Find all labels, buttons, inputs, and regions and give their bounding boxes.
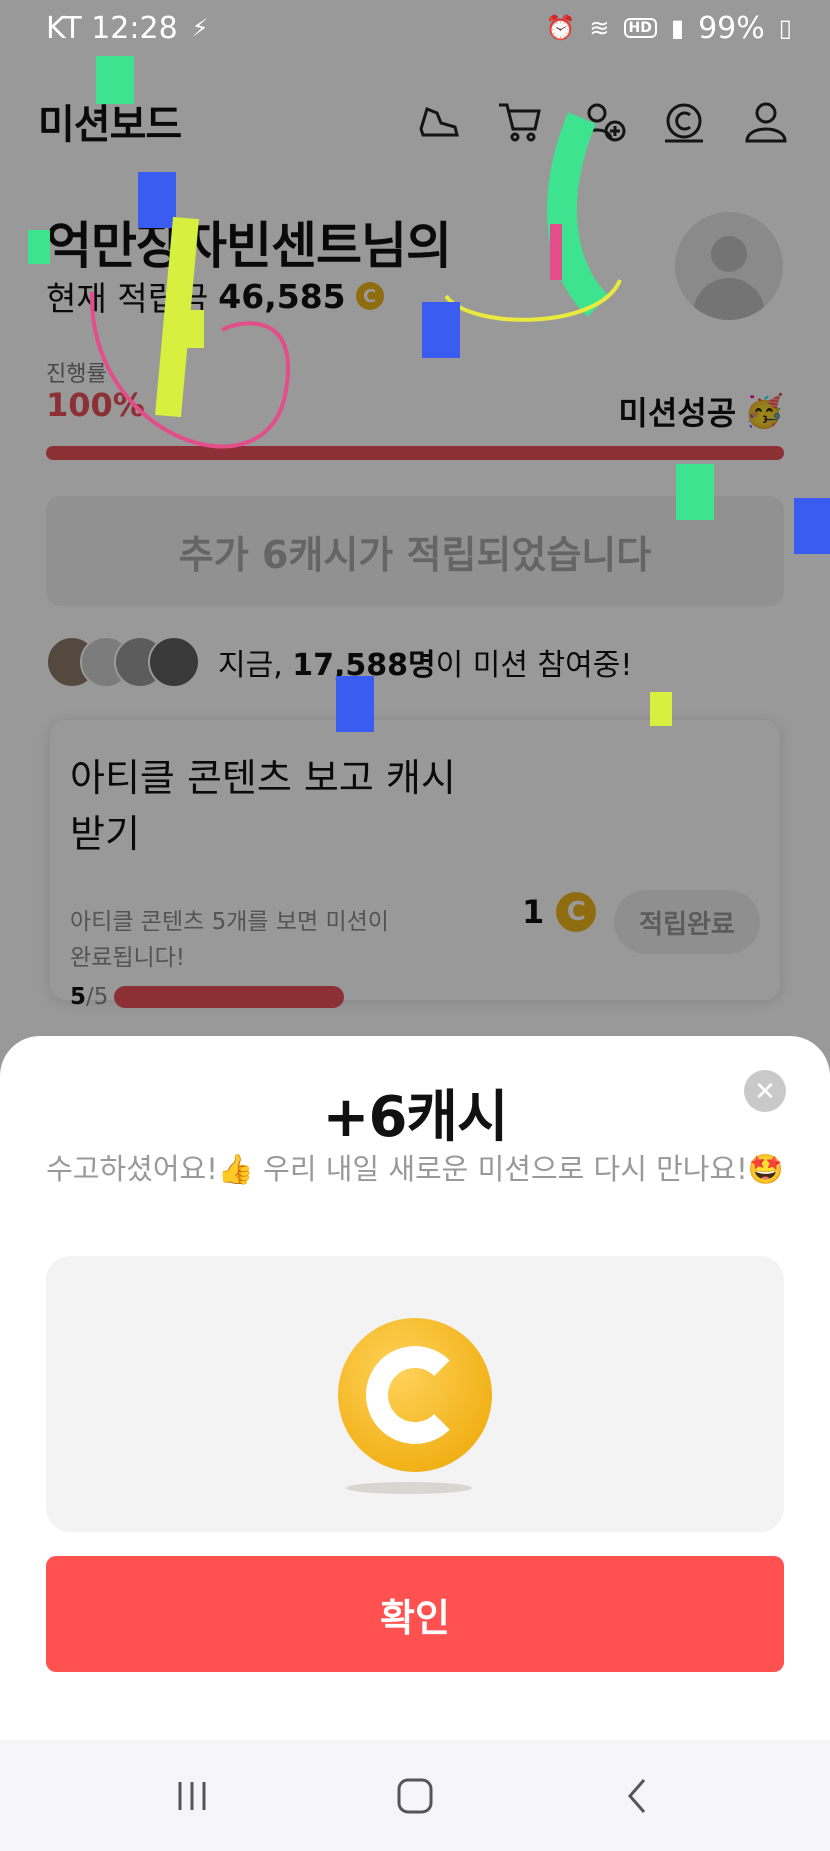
battery-icon: ▯: [778, 14, 792, 42]
wifi-icon: ≋: [589, 14, 610, 42]
hd-badge: HD: [623, 18, 657, 38]
coin-shadow: [346, 1482, 472, 1494]
confirm-button[interactable]: 확인: [46, 1556, 784, 1672]
status-bar: KT 12:28 ⚡ ⏰ ≋ HD ▮ 99% ▯: [0, 0, 830, 56]
recent-apps-icon: [178, 1781, 206, 1810]
alarm-icon: ⏰: [545, 14, 576, 42]
battery-percent: 99%: [698, 10, 765, 46]
coin-icon: [338, 1318, 492, 1472]
sheet-title: +6캐시: [322, 1085, 509, 1150]
reward-sheet: +6캐시 ✕ 수고하셨어요!👍 우리 내일 새로운 미션으로 다시 만나요!🤩 …: [0, 1036, 830, 1740]
signal-alert-icon: ⚡: [191, 14, 209, 42]
home-icon: [397, 1778, 433, 1813]
home-button[interactable]: [375, 1756, 455, 1836]
coin-letter-c: [366, 1346, 464, 1444]
navigation-bar: [0, 1740, 830, 1851]
status-right: ⏰ ≋ HD ▮ 99% ▯: [546, 11, 792, 46]
cell-signal-icon: ▮: [670, 14, 685, 42]
status-left: KT 12:28 ⚡: [46, 11, 209, 46]
carrier-time: KT 12:28: [46, 10, 178, 46]
close-button[interactable]: ✕: [744, 1070, 786, 1112]
sheet-message: 수고하셨어요!👍 우리 내일 새로운 미션으로 다시 만나요!🤩: [46, 1152, 784, 1186]
back-icon: [628, 1778, 646, 1813]
recent-apps-button[interactable]: [152, 1756, 232, 1836]
back-button[interactable]: [598, 1756, 678, 1836]
coin-illustration-box: [46, 1256, 784, 1532]
